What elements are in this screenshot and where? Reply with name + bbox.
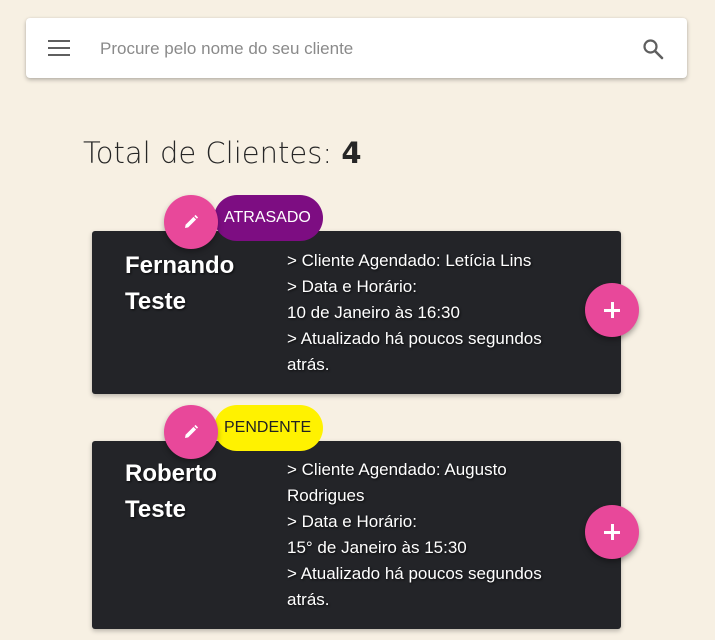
status-badge: ATRASADO — [214, 195, 323, 241]
total-count: 4 — [341, 136, 362, 170]
edit-button[interactable] — [164, 195, 218, 249]
client-name: Fernando Teste — [125, 248, 265, 320]
plus-icon — [604, 524, 620, 540]
pencil-icon — [185, 424, 199, 438]
search-icon[interactable] — [641, 37, 665, 61]
date-value: 10 de Janeiro às 16:30 — [287, 303, 460, 322]
page-title: Total de Clientes: 4 — [83, 136, 362, 170]
client-card: Fernando Teste > Cliente Agendado: Letíc… — [92, 231, 639, 394]
date-value: 15° de Janeiro às 15:30 — [287, 538, 467, 557]
client-details: > Cliente Agendado: Augusto Rodrigues > … — [287, 457, 577, 613]
search-input[interactable] — [98, 30, 622, 68]
client-details: > Cliente Agendado: Letícia Lins > Data … — [287, 248, 577, 378]
plus-icon — [604, 302, 620, 318]
client-first-name: Fernando — [125, 252, 235, 279]
updated-text: > Atualizado há poucos segundos atrás. — [287, 564, 542, 609]
total-label: Total de Clientes: — [83, 136, 333, 170]
add-button[interactable] — [585, 505, 639, 559]
scheduled-client: > Cliente Agendado: Augusto Rodrigues — [287, 460, 507, 505]
client-last-name: Teste — [125, 288, 186, 315]
date-label: > Data e Horário: — [287, 277, 417, 296]
menu-icon[interactable] — [48, 40, 70, 56]
status-badge: PENDENTE — [214, 405, 324, 451]
status-label: PENDENTE — [224, 419, 312, 436]
edit-button[interactable] — [164, 405, 218, 459]
client-card: Roberto Teste > Cliente Agendado: August… — [92, 441, 639, 629]
status-label: ATRASADO — [224, 209, 311, 226]
updated-text: > Atualizado há poucos segundos atrás. — [287, 329, 542, 374]
client-name: Roberto Teste — [125, 456, 265, 528]
client-first-name: Roberto — [125, 460, 217, 487]
scheduled-client: > Cliente Agendado: Letícia Lins — [287, 251, 532, 270]
pencil-icon — [185, 214, 199, 228]
client-last-name: Teste — [125, 496, 186, 523]
add-button[interactable] — [585, 283, 639, 337]
date-label: > Data e Horário: — [287, 512, 417, 531]
search-bar — [26, 18, 687, 78]
